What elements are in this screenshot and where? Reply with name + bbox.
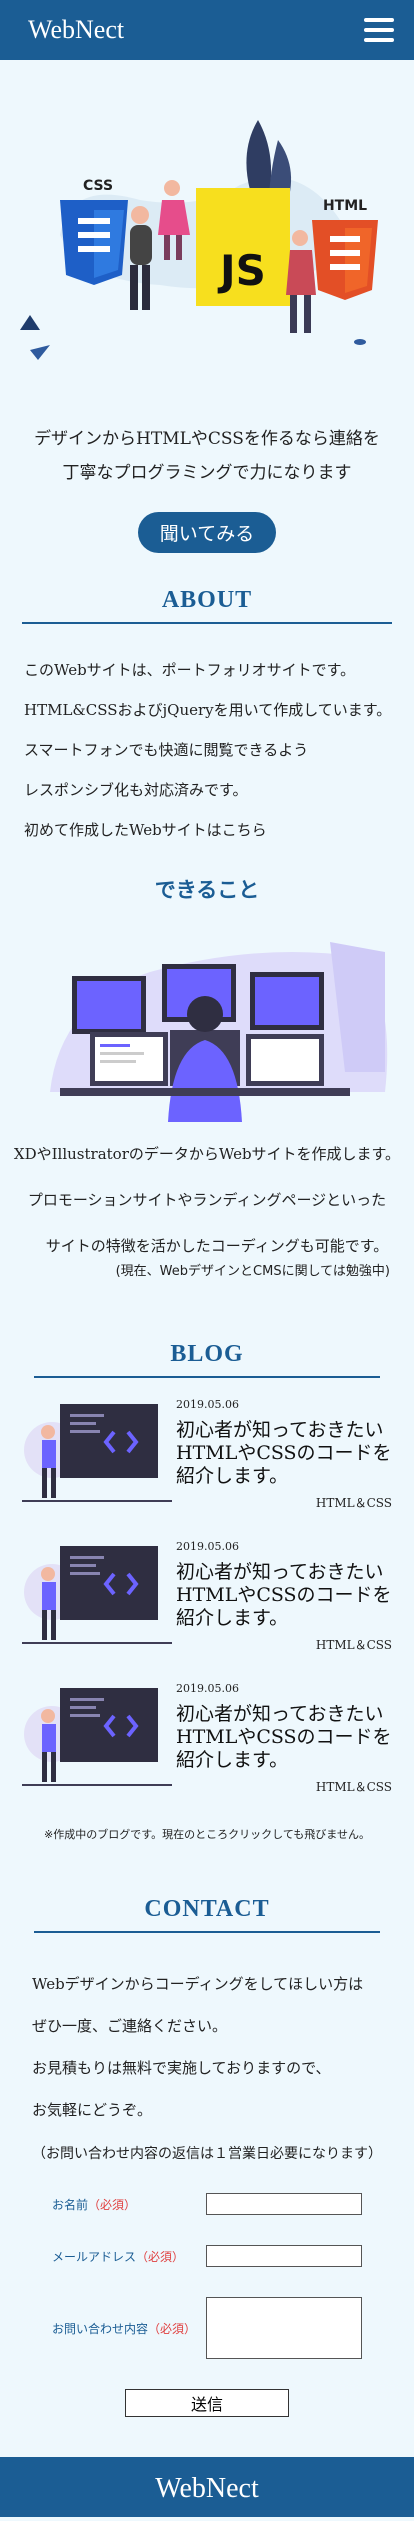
can-title: できること [154, 878, 260, 902]
contact-line: Webデザインからコーディングをしてほしい方は [32, 1975, 364, 1993]
contact-line: お気軽にどうぞ。 [32, 2101, 153, 2119]
first-site-link[interactable]: 初めて作成したWebサイトはこちら [24, 810, 392, 850]
blog-post[interactable]: 2019.05.06 初心者が知っておきたいHTMLやCSSのコードを紹介します… [22, 1392, 392, 1534]
about-body: このWebサイトは、ポートフォリオサイトです。 HTML&CSSおよびjQuer… [0, 624, 414, 850]
post-thumbnail [22, 1534, 172, 1654]
post-title[interactable]: 初心者が知っておきたいHTMLやCSSのコードを紹介します。 [176, 1419, 392, 1488]
can-text-3: サイトの特徴を活かしたコーディングも可能です。 [45, 1237, 389, 1255]
hero-section: CSS JS HTML デザインからHTMLやCSSを作るなら連絡を 丁寧なプロ… [0, 60, 414, 553]
name-label-text: お名前 [52, 2197, 89, 2212]
hero-illustration-svg: CSS JS HTML [20, 120, 378, 360]
post-date: 2019.05.06 [176, 1540, 239, 1553]
post-info: 2019.05.06 初心者が知っておきたいHTMLやCSSのコードを紹介します… [172, 1392, 392, 1534]
hero-tagline: デザインからHTMLやCSSを作るなら連絡を 丁寧なプログラミングで力になります [0, 422, 414, 490]
contact-line: ぜひ一度、ご連絡ください。 [32, 2017, 228, 2035]
required-mark: （必須） [88, 2197, 137, 2212]
site-footer: WebNect [0, 2457, 414, 2517]
blog-post[interactable]: 2019.05.06 初心者が知っておきたいHTMLやCSSのコードを紹介します… [22, 1676, 392, 1818]
can-text-2: プロモーションサイトやランディングページといった [27, 1191, 387, 1209]
submit-wrapper: 送信 [52, 2389, 362, 2417]
ask-button[interactable]: 聞いてみる [137, 512, 277, 553]
about-line: HTML&CSSおよびjQueryを用いて作成しています。 [24, 701, 392, 719]
hero-tagline-line1: デザインからHTMLやCSSを作るなら連絡を [34, 429, 380, 449]
post-date: 2019.05.06 [176, 1682, 239, 1695]
contact-body: Webデザインからコーディングをしてほしい方は ぜひ一度、ご連絡ください。 お見… [0, 1933, 414, 2131]
email-label: メールアドレス（必須） [52, 2248, 184, 2265]
name-row: お名前（必須） [52, 2193, 362, 2215]
submit-button[interactable]: 送信 [125, 2389, 289, 2417]
required-mark: （必須） [136, 2249, 185, 2264]
blog-list: 2019.05.06 初心者が知っておきたいHTMLやCSSのコードを紹介します… [0, 1392, 414, 1818]
name-label: お名前（必須） [52, 2196, 136, 2213]
blog-divider [34, 1376, 380, 1378]
site-logo[interactable]: WebNect [28, 15, 124, 45]
hamburger-bar [364, 38, 394, 42]
required-mark: （必須） [148, 2321, 197, 2336]
developer-illustration-svg [50, 942, 388, 1122]
message-label: お問い合わせ内容（必須） [52, 2320, 196, 2337]
post-thumbnail [22, 1676, 172, 1796]
js-icon-label: JS [217, 246, 266, 295]
hamburger-icon[interactable] [364, 18, 394, 42]
post-title[interactable]: 初心者が知っておきたいHTMLやCSSのコードを紹介します。 [176, 1703, 392, 1772]
footer-logo: WebNect [155, 2473, 259, 2504]
post-title[interactable]: 初心者が知っておきたいHTMLやCSSのコードを紹介します。 [176, 1561, 392, 1630]
contact-line: お見積もりは無料で実施しておりますので、 [32, 2059, 331, 2077]
site-header: WebNect [0, 0, 414, 60]
about-line: このWebサイトは、ポートフォリオサイトです。 [24, 661, 356, 679]
email-label-text: メールアドレス [52, 2249, 137, 2264]
blog-post[interactable]: 2019.05.06 初心者が知っておきたいHTMLやCSSのコードを紹介します… [22, 1534, 392, 1676]
contact-note: （お問い合わせ内容の返信は１営業日必要になります） [32, 2146, 382, 2162]
message-field[interactable] [206, 2297, 362, 2359]
about-title: ABOUT [161, 587, 253, 613]
name-field[interactable] [206, 2193, 362, 2215]
contact-section: CONTACT Webデザインからコーディングをしてほしい方は ぜひ一度、ご連絡… [0, 1896, 414, 2417]
contact-form: お名前（必須） メールアドレス（必須） お問い合わせ内容（必須） 送信 [0, 2193, 414, 2417]
message-label-text: お問い合わせ内容 [52, 2321, 149, 2336]
hero-illustration: CSS JS HTML [0, 60, 414, 360]
html-icon-label: HTML [323, 198, 367, 214]
email-row: メールアドレス（必須） [52, 2245, 362, 2267]
blog-title: BLOG [170, 1341, 244, 1367]
contact-title: CONTACT [144, 1896, 270, 1922]
post-thumbnail [22, 1392, 172, 1512]
css-icon-label: CSS [83, 178, 113, 194]
about-section: ABOUT このWebサイトは、ポートフォリオサイトです。 HTML&CSSおよ… [0, 587, 414, 850]
can-text-1: XDやIllustratorのデータからWebサイトを作成します。 [13, 1145, 401, 1163]
can-note: (現在、WebデザインとCMSに関しては勉強中) [115, 1264, 390, 1279]
hero-tagline-line2: 丁寧なプログラミングで力になります [62, 463, 352, 483]
email-field[interactable] [206, 2245, 362, 2267]
post-tag: HTML＆CSS [315, 1780, 392, 1794]
developer-illustration [0, 922, 414, 1122]
post-date: 2019.05.06 [176, 1398, 239, 1411]
hamburger-bar [364, 18, 394, 22]
blog-note: ※作成中のブログです。現在のところクリックしても飛びません。 [44, 1828, 370, 1841]
post-info: 2019.05.06 初心者が知っておきたいHTMLやCSSのコードを紹介します… [172, 1534, 392, 1676]
about-line: スマートフォンでも快適に閲覧できるよう [24, 741, 309, 759]
blog-section: BLOG 2019.05.06 初心者が知っておきたいHTMLやCSSのコードを… [0, 1341, 414, 1842]
post-tag: HTML＆CSS [315, 1638, 392, 1652]
about-line: レスポンシブ化も対応済みです。 [24, 781, 248, 799]
cta-wrapper: 聞いてみる [0, 512, 414, 553]
hamburger-bar [364, 28, 394, 32]
post-tag: HTML＆CSS [315, 1496, 392, 1510]
post-info: 2019.05.06 初心者が知っておきたいHTMLやCSSのコードを紹介します… [172, 1676, 392, 1818]
can-section: できること XDやIllustratorのデータからWebサイトを作成します。 … [0, 874, 414, 1279]
message-row: お問い合わせ内容（必須） [52, 2297, 362, 2359]
